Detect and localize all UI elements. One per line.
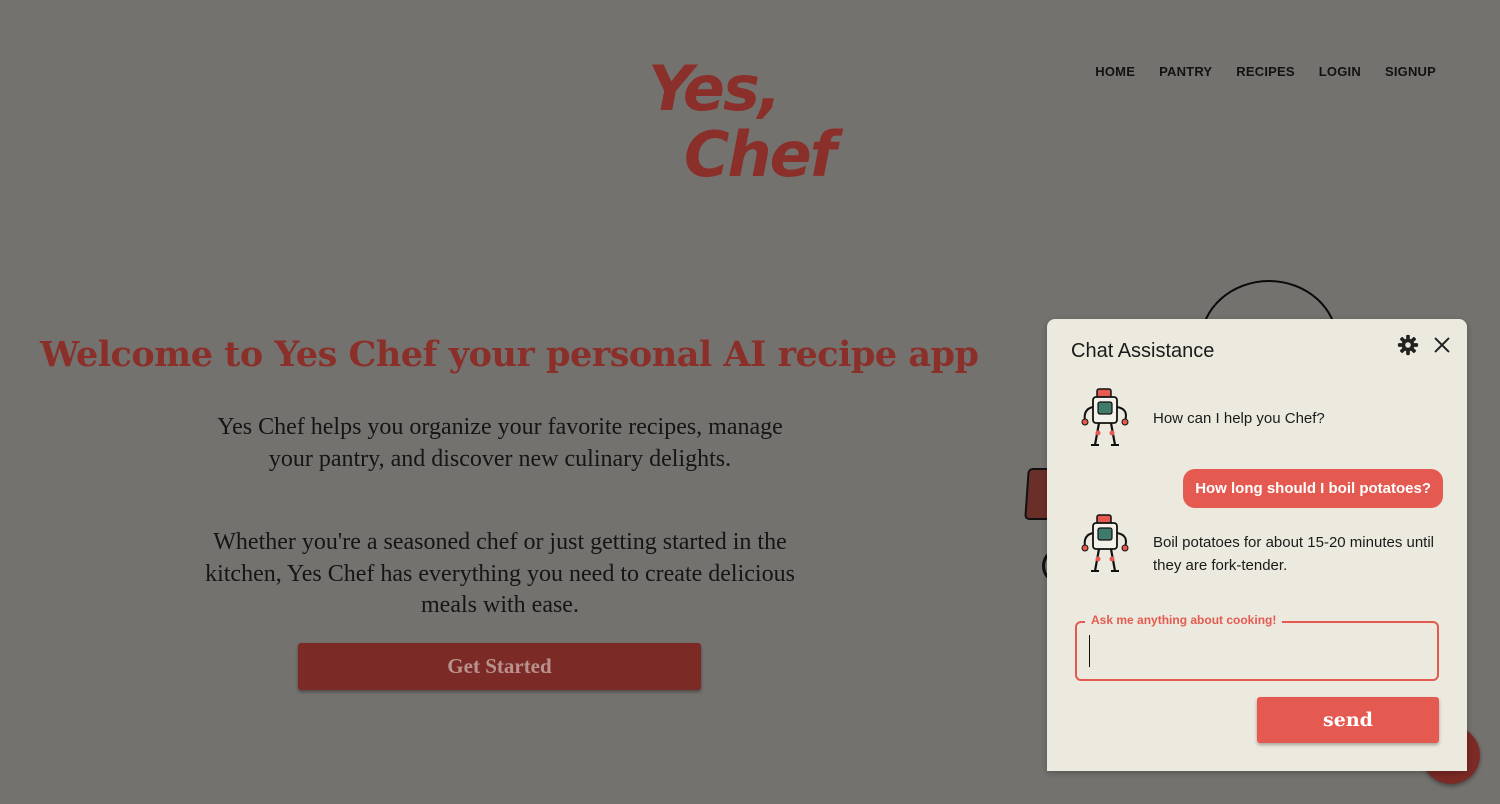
chat-input[interactable] [1089, 635, 1424, 667]
robot-chef-avatar [1081, 514, 1129, 572]
nav-recipes[interactable]: RECIPES [1236, 64, 1294, 79]
hero-paragraph-1: Yes Chef helps you organize your favorit… [217, 414, 783, 472]
chat-input-field: Ask me anything about cooking! [1075, 613, 1439, 681]
gear-icon[interactable] [1397, 334, 1419, 356]
yes-chef-logo[interactable]: Yes, Chef [640, 52, 860, 202]
main-nav: HOME PANTRY RECIPES LOGIN SIGNUP [1095, 64, 1436, 79]
logo-line-1: Yes, [648, 52, 781, 125]
robot-chef-avatar [1081, 388, 1129, 446]
bot-message: Boil potatoes for about 15-20 minutes un… [1153, 534, 1435, 574]
nav-home[interactable]: HOME [1095, 64, 1135, 79]
user-message: How long should I boil potatoes? [1183, 469, 1443, 508]
hero-title: Welcome to Yes Chef your personal AI rec… [40, 334, 979, 375]
logo-line-2: Chef [684, 118, 837, 191]
chat-title: Chat Assistance [1071, 340, 1215, 362]
chat-panel: Chat Assistance How can I help you Chef?… [1047, 319, 1467, 771]
nav-signup[interactable]: SIGNUP [1385, 64, 1436, 79]
hero-paragraph-2: Whether you're a seasoned chef or just g… [205, 529, 795, 618]
send-button[interactable]: send [1257, 697, 1439, 743]
nav-pantry[interactable]: PANTRY [1159, 64, 1212, 79]
close-icon[interactable] [1431, 334, 1453, 356]
chat-input-label: Ask me anything about cooking! [1085, 613, 1283, 627]
get-started-button[interactable]: Get Started [298, 643, 701, 690]
bot-message: How can I help you Chef? [1153, 410, 1325, 427]
nav-login[interactable]: LOGIN [1319, 64, 1361, 79]
